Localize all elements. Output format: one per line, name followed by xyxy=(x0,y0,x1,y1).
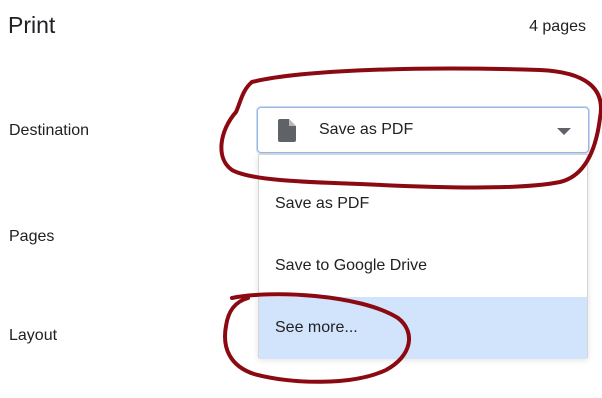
menu-item-see-more[interactable]: See more... xyxy=(259,297,587,359)
menu-item-save-to-google-drive[interactable]: Save to Google Drive xyxy=(259,235,587,297)
print-title: Print xyxy=(8,12,56,38)
layout-label: Layout xyxy=(9,327,58,344)
destination-select-value: Save as PDF xyxy=(319,121,414,138)
menu-item-save-as-pdf[interactable]: Save as PDF xyxy=(259,173,587,235)
pages-label: Pages xyxy=(9,228,55,245)
destination-select[interactable]: Save as PDF xyxy=(257,107,589,153)
caret-down-icon xyxy=(557,128,571,135)
document-icon xyxy=(278,119,296,142)
page-count: 4 pages xyxy=(529,18,586,35)
destination-dropdown-menu: Save as PDF Save to Google Drive See mor… xyxy=(258,154,588,359)
destination-label: Destination xyxy=(9,122,90,139)
